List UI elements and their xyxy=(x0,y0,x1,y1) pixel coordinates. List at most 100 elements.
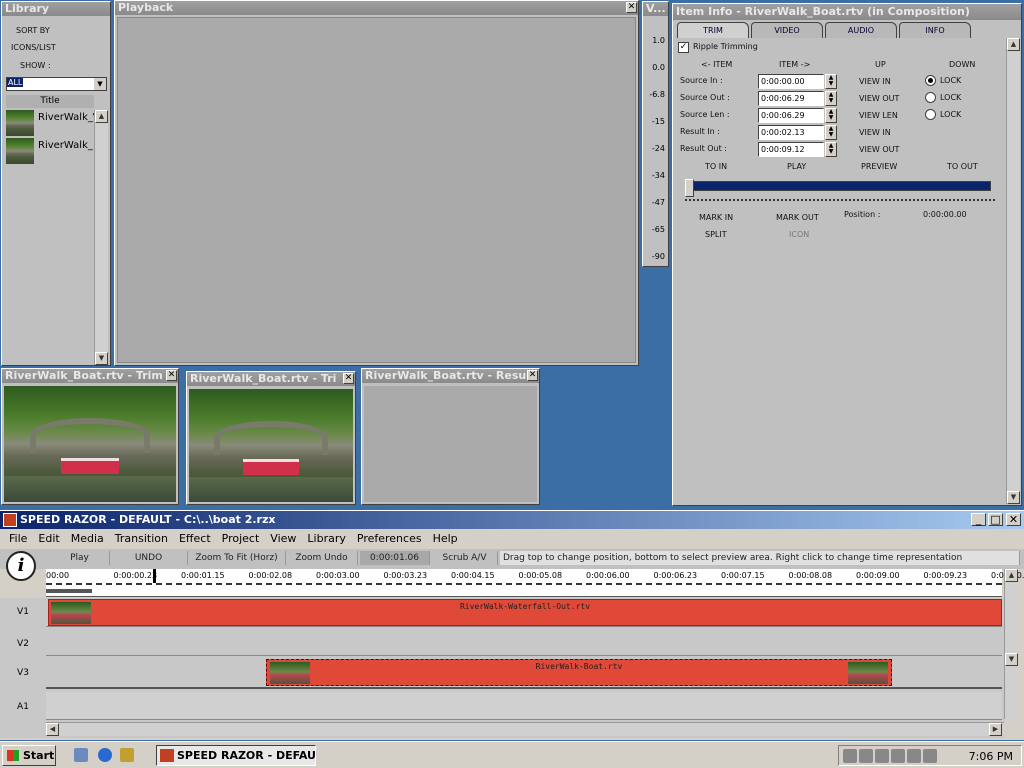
internet-explorer-icon[interactable] xyxy=(98,748,112,762)
menu-item-project[interactable]: Project xyxy=(222,532,260,545)
trim-time-field[interactable]: 0:00:00.00 xyxy=(758,74,824,89)
view-button[interactable]: VIEW OUT xyxy=(859,145,899,154)
spin-arrows-icon[interactable]: ▲ ▼ xyxy=(825,91,837,106)
play-button[interactable]: PLAY xyxy=(787,162,806,171)
trim-slider[interactable] xyxy=(685,179,997,203)
trim-time-field[interactable]: 0:00:06.29 xyxy=(758,91,824,106)
info-icon[interactable]: i xyxy=(6,551,36,581)
lock-radio[interactable] xyxy=(925,109,936,120)
view-button[interactable]: VIEW IN xyxy=(859,128,891,137)
scroll-up-icon[interactable]: ▲ xyxy=(1007,38,1020,51)
show-desktop-icon[interactable] xyxy=(74,748,88,762)
menu-item-effect[interactable]: Effect xyxy=(179,532,211,545)
timeline-clip-v3[interactable]: RiverWalk-Boat.rtv xyxy=(266,659,892,686)
library-column-header[interactable]: Title xyxy=(6,95,94,108)
item-info-scrollbar[interactable]: ▲ ▼ xyxy=(1006,38,1020,504)
play-button[interactable]: Play xyxy=(50,551,110,565)
horizontal-scrollbar[interactable]: ◀ ▶ xyxy=(46,722,1004,736)
trim-slider-handle[interactable] xyxy=(685,179,694,197)
playback-viewport[interactable] xyxy=(117,17,636,363)
spin-arrows-icon[interactable]: ▲ ▼ xyxy=(825,74,837,89)
item-right-button[interactable]: ITEM -> xyxy=(779,60,810,69)
spin-arrows-icon[interactable]: ▲ ▼ xyxy=(825,108,837,123)
display-icon[interactable] xyxy=(875,749,889,763)
close-icon[interactable]: ✕ xyxy=(166,370,177,381)
trim-time-field[interactable]: 0:00:09.12 xyxy=(758,142,824,157)
zoom-to-fit-button[interactable]: Zoom To Fit (Horz) xyxy=(188,551,286,565)
time-ruler[interactable]: 00:00 0:00:00.23 0:00:01.15 0:00:02.08 0:00:… xyxy=(46,569,1024,597)
scrub-av-button[interactable]: Scrub A/V xyxy=(432,551,498,565)
track-label-a1[interactable]: A1 xyxy=(0,702,46,712)
menu-item-file[interactable]: File xyxy=(9,532,27,545)
library-scrollbar[interactable]: ▲ ▼ xyxy=(94,110,108,365)
menu-item-transition[interactable]: Transition xyxy=(115,532,168,545)
track-a1[interactable] xyxy=(46,692,1002,720)
scroll-down-icon[interactable]: ▼ xyxy=(1007,491,1020,504)
menu-item-library[interactable]: Library xyxy=(307,532,345,545)
printer-icon[interactable] xyxy=(907,749,921,763)
result-preview-viewport[interactable] xyxy=(364,386,537,502)
up-button[interactable]: UP xyxy=(875,60,886,69)
ripple-trimming-checkbox[interactable]: ✓ xyxy=(678,42,689,53)
trim-preview-2-image[interactable] xyxy=(189,389,353,502)
camera-icon[interactable] xyxy=(923,749,937,763)
undo-button[interactable]: UNDO xyxy=(110,551,188,565)
tab-info[interactable]: INFO xyxy=(899,22,971,38)
scroll-up-icon[interactable]: ▲ xyxy=(1005,569,1018,582)
lock-radio[interactable] xyxy=(925,75,936,86)
preview-area-bar[interactable] xyxy=(46,589,92,593)
spin-arrows-icon[interactable]: ▲ ▼ xyxy=(825,142,837,157)
start-button[interactable]: Start xyxy=(2,745,56,766)
outlook-express-icon[interactable] xyxy=(120,748,134,762)
trim-time-field[interactable]: 0:00:06.29 xyxy=(758,108,824,123)
lock-radio[interactable] xyxy=(925,92,936,103)
minimize-icon[interactable]: _ xyxy=(971,513,986,526)
timecode-display[interactable]: 0:00:01.06 xyxy=(360,551,430,565)
mark-out-button[interactable]: MARK OUT xyxy=(776,213,819,222)
menu-item-edit[interactable]: Edit xyxy=(38,532,59,545)
timeline-scrollbar[interactable]: ▲ ▼ xyxy=(1004,569,1018,719)
track-label-v2[interactable]: V2 xyxy=(0,639,46,649)
scroll-left-icon[interactable]: ◀ xyxy=(46,723,59,736)
menu-item-view[interactable]: View xyxy=(270,532,296,545)
close-icon[interactable]: ✕ xyxy=(626,2,637,13)
menu-item-help[interactable]: Help xyxy=(433,532,458,545)
split-button[interactable]: SPLIT xyxy=(705,230,727,239)
view-button[interactable]: VIEW LEN xyxy=(859,111,898,120)
taskbar-task-speed-razor[interactable]: SPEED RAZOR - DEFAU... xyxy=(156,745,316,766)
sort-by-button[interactable]: SORT BY xyxy=(16,26,50,35)
item-left-button[interactable]: <- ITEM xyxy=(701,60,732,69)
maximize-icon[interactable]: □ xyxy=(988,513,1003,526)
menu-item-media[interactable]: Media xyxy=(71,532,104,545)
chevron-down-icon[interactable]: ▼ xyxy=(94,78,106,90)
trim-time-field[interactable]: 0:00:02.13 xyxy=(758,125,824,140)
library-list-item[interactable]: RiverWalk_ xyxy=(6,138,94,164)
show-filter-select[interactable]: ALL ▼ xyxy=(6,77,107,91)
preview-button[interactable]: PREVIEW xyxy=(861,162,897,171)
scroll-down-icon[interactable]: ▼ xyxy=(95,352,108,365)
icon-button[interactable]: ICON xyxy=(789,230,809,239)
scroll-right-icon[interactable]: ▶ xyxy=(989,723,1002,736)
scroll-down-icon[interactable]: ▼ xyxy=(1005,653,1018,666)
tab-audio[interactable]: AUDIO xyxy=(825,22,897,38)
trim-preview-image[interactable] xyxy=(4,386,176,502)
network-icon[interactable] xyxy=(859,749,873,763)
mark-in-button[interactable]: MARK IN xyxy=(699,213,733,222)
track-label-v1[interactable]: V1 xyxy=(0,607,46,617)
close-icon[interactable]: ✕ xyxy=(343,373,354,384)
icons-list-button[interactable]: ICONS/LIST xyxy=(11,43,56,52)
close-icon[interactable]: ✕ xyxy=(527,370,538,381)
tab-trim[interactable]: TRIM xyxy=(677,22,749,38)
track-label-v3[interactable]: V3 xyxy=(0,668,46,678)
zoom-undo-button[interactable]: Zoom Undo xyxy=(286,551,358,565)
timeline-clip-v1[interactable]: RiverWalk-Waterfall-Out.rtv xyxy=(48,599,1002,626)
scroll-up-icon[interactable]: ▲ xyxy=(95,110,108,123)
tab-video[interactable]: VIDEO xyxy=(751,22,823,38)
down-button[interactable]: DOWN xyxy=(949,60,975,69)
menu-item-preferences[interactable]: Preferences xyxy=(357,532,422,545)
security-icon[interactable] xyxy=(891,749,905,763)
view-button[interactable]: VIEW IN xyxy=(859,77,891,86)
view-button[interactable]: VIEW OUT xyxy=(859,94,899,103)
close-icon[interactable]: ✕ xyxy=(1006,513,1021,526)
spin-arrows-icon[interactable]: ▲ ▼ xyxy=(825,125,837,140)
